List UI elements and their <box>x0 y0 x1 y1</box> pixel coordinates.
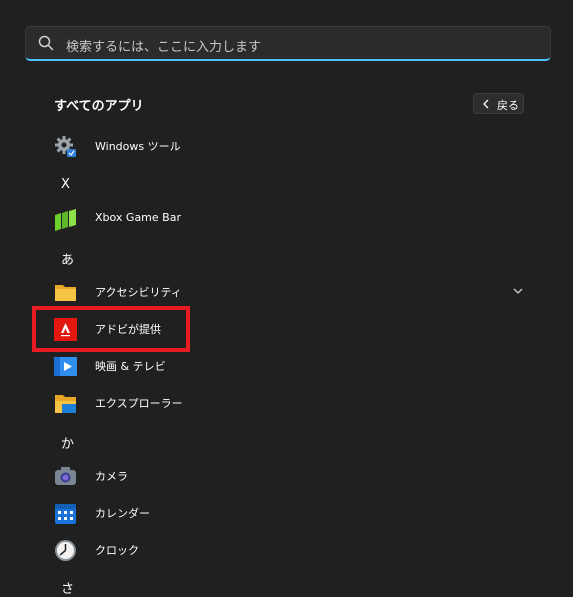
movies-tv-icon <box>54 357 77 376</box>
app-label: Xbox Game Bar <box>95 211 181 224</box>
group-letter-sa[interactable]: さ <box>61 578 81 597</box>
file-explorer-icon <box>55 395 76 413</box>
back-button[interactable]: 戻る <box>473 93 524 114</box>
group-letter-x[interactable]: X <box>61 177 81 192</box>
clock-icon <box>55 540 76 561</box>
search-icon <box>38 35 54 51</box>
adobe-icon <box>54 318 77 341</box>
app-label: エクスプローラー <box>95 397 183 410</box>
app-item-windows-tools[interactable]: Windows ツール <box>0 128 573 164</box>
folder-icon <box>55 285 76 301</box>
app-item-xbox-game-bar[interactable]: Xbox Game Bar <box>0 201 573 237</box>
search-placeholder[interactable]: 検索するには、ここに入力します <box>66 36 261 55</box>
app-label: カレンダー <box>95 507 150 520</box>
chevron-down-icon[interactable] <box>513 287 523 295</box>
chevron-left-icon <box>483 99 489 109</box>
app-label: クロック <box>95 544 139 557</box>
group-letter-ka[interactable]: か <box>61 433 81 452</box>
app-item-accessibility[interactable]: アクセシビリティ <box>0 274 573 310</box>
app-item-calendar[interactable]: カレンダー <box>0 495 573 531</box>
app-item-clock[interactable]: クロック <box>0 532 573 568</box>
app-label: アクセシビリティ <box>95 286 182 299</box>
search-box[interactable]: 検索するには、ここに入力します <box>25 26 551 61</box>
app-item-file-explorer[interactable]: エクスプローラー <box>0 385 573 421</box>
app-label: Windows ツール <box>95 140 181 153</box>
app-item-adobe[interactable]: アドビが提供 <box>0 311 573 347</box>
app-label: カメラ <box>95 470 128 483</box>
camera-icon <box>55 467 76 485</box>
xbox-game-bar-icon <box>55 209 76 231</box>
calendar-icon <box>55 504 76 524</box>
app-label: アドビが提供 <box>95 323 161 336</box>
app-item-camera[interactable]: カメラ <box>0 458 573 494</box>
group-letter-a[interactable]: あ <box>61 249 81 268</box>
all-apps-title: すべてのアプリ <box>54 99 144 114</box>
back-button-label: 戻る <box>497 99 519 112</box>
app-item-movies-tv[interactable]: 映画 & テレビ <box>0 348 573 384</box>
app-label: 映画 & テレビ <box>95 360 166 373</box>
windows-tools-icon <box>55 136 76 157</box>
